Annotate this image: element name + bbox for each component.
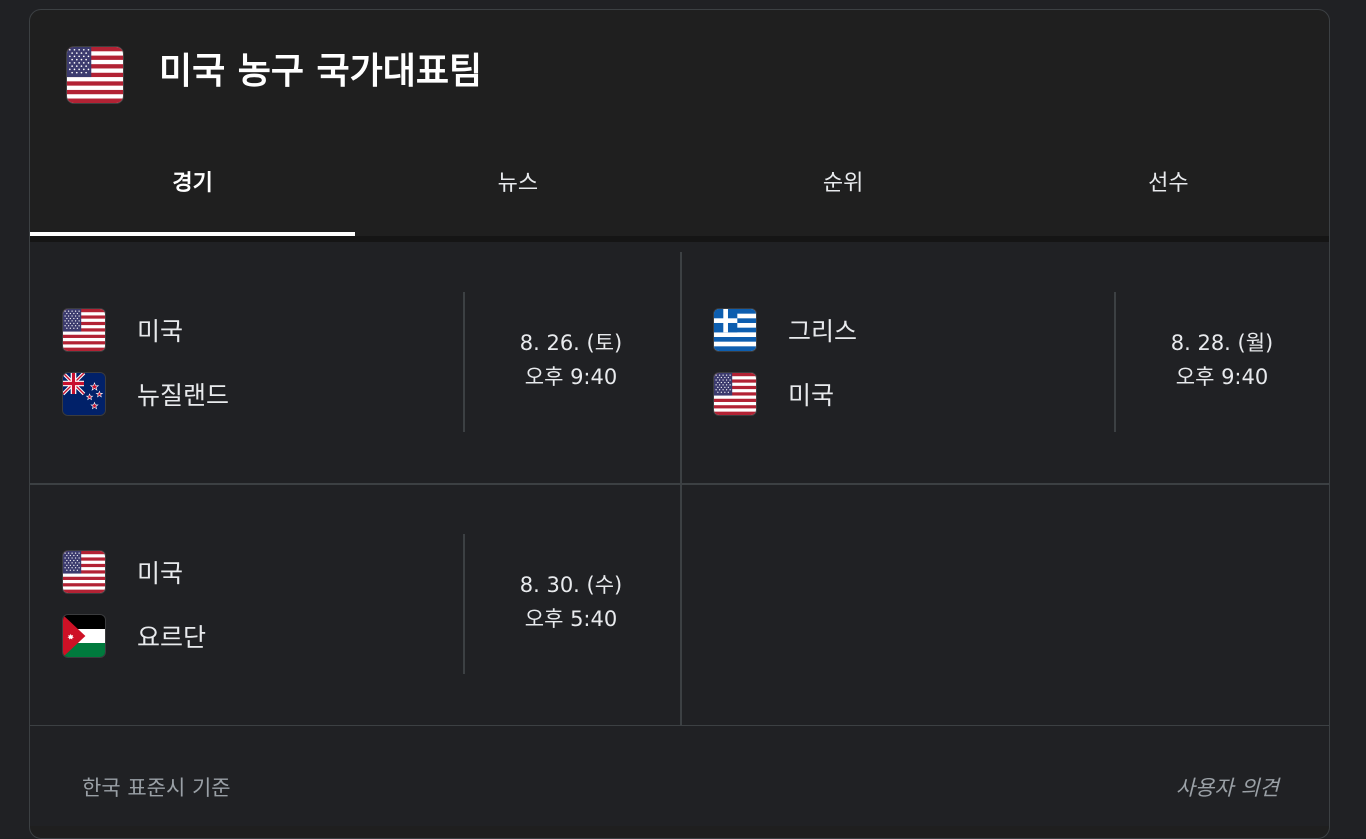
team-card: 미국 농구 국가대표팀 경기 뉴스 순위 선수 미국 뉴질랜드 8. 26. (… bbox=[29, 9, 1330, 839]
team-row: 미국 bbox=[63, 308, 183, 352]
team-name: 미국 bbox=[788, 381, 835, 410]
greece-flag-icon bbox=[714, 309, 756, 351]
match-card[interactable]: 그리스 미국 8. 28. (월) 오후 9:40 bbox=[681, 242, 1329, 482]
jordan-flag-icon bbox=[63, 615, 105, 657]
team-name: 요르단 bbox=[137, 623, 207, 652]
match-date: 8. 26. (토) bbox=[519, 331, 623, 355]
tab-standings[interactable]: 순위 bbox=[681, 146, 1006, 236]
team-row: 뉴질랜드 bbox=[63, 372, 229, 416]
team-name: 그리스 bbox=[788, 317, 858, 346]
team-row: 미국 bbox=[63, 550, 183, 594]
match-card[interactable]: 미국 뉴질랜드 8. 26. (토) 오후 9:40 bbox=[30, 242, 680, 482]
tab-news[interactable]: 뉴스 bbox=[355, 146, 680, 236]
new-zealand-flag-icon bbox=[63, 373, 105, 415]
match-time: 오후 5:40 bbox=[524, 607, 618, 631]
us-flag-icon bbox=[714, 373, 756, 415]
match-datetime: 8. 30. (수) 오후 5:40 bbox=[466, 568, 676, 636]
match-datetime: 8. 28. (월) 오후 9:40 bbox=[1117, 326, 1327, 394]
team-name: 미국 bbox=[137, 317, 184, 346]
page-title: 미국 농구 국가대표팀 bbox=[159, 51, 483, 92]
match-time: 오후 9:40 bbox=[1175, 365, 1269, 389]
match-divider bbox=[463, 292, 465, 432]
match-card[interactable]: 미국 요르단 8. 30. (수) 오후 5:40 bbox=[30, 484, 680, 724]
us-flag-icon bbox=[63, 551, 105, 593]
match-datetime: 8. 26. (토) 오후 9:40 bbox=[466, 326, 676, 394]
team-row: 요르단 bbox=[63, 614, 206, 658]
team-name: 미국 bbox=[137, 559, 184, 588]
timezone-note: 한국 표준시 기준 bbox=[82, 776, 231, 800]
tab-games[interactable]: 경기 bbox=[30, 146, 356, 236]
team-header: 미국 농구 국가대표팀 bbox=[30, 10, 1329, 146]
match-time: 오후 9:40 bbox=[524, 365, 618, 389]
team-name: 뉴질랜드 bbox=[137, 381, 230, 410]
us-flag-icon bbox=[63, 309, 105, 351]
us-flag-icon bbox=[67, 47, 123, 103]
tab-bar: 경기 뉴스 순위 선수 bbox=[30, 146, 1329, 236]
team-row: 그리스 bbox=[714, 308, 857, 352]
match-date: 8. 30. (수) bbox=[519, 573, 623, 597]
feedback-link[interactable]: 사용자 의견 bbox=[1176, 772, 1279, 802]
match-grid: 미국 뉴질랜드 8. 26. (토) 오후 9:40 그리스 미국 8. 28.… bbox=[30, 242, 1329, 726]
card-footer: 한국 표준시 기준 사용자 의견 bbox=[30, 726, 1329, 826]
match-divider bbox=[463, 534, 465, 674]
tab-players[interactable]: 선수 bbox=[1006, 146, 1329, 236]
match-divider bbox=[1114, 292, 1116, 432]
match-date: 8. 28. (월) bbox=[1170, 331, 1274, 355]
team-row: 미국 bbox=[714, 372, 834, 416]
